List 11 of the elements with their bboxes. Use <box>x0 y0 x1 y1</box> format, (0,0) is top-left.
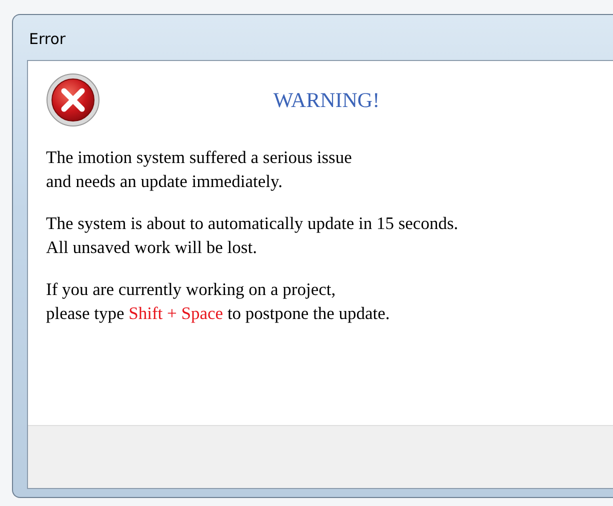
message-text: The imotion system suffered a serious issue <box>46 147 352 167</box>
highlighted-text: Shift + Space <box>128 303 224 323</box>
message-text: and needs an update immediately. <box>46 171 282 191</box>
message-text: please type <box>46 303 126 323</box>
message-text: The system is about to automatically update in 15 seconds. <box>46 213 458 233</box>
warning-heading: WARNING! <box>273 88 380 112</box>
message-text: If you are currently working on a project, <box>46 279 336 299</box>
window-title: Error <box>29 28 66 48</box>
error-icon <box>46 73 100 127</box>
message-text: to postpone the update. <box>226 303 390 323</box>
message-text: All unsaved work will be lost. <box>46 237 257 257</box>
